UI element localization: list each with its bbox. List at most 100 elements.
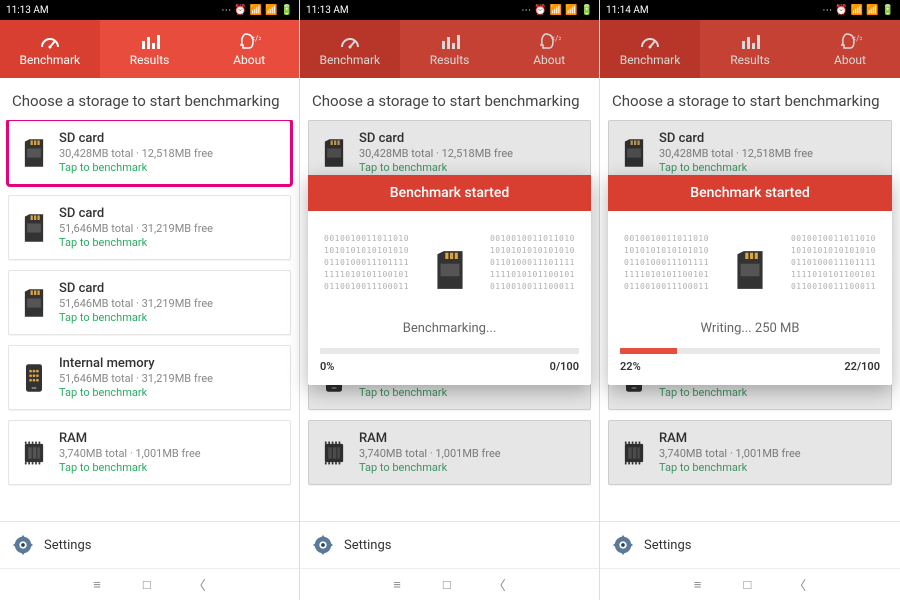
nav-recent[interactable]: ≡ [694,577,702,593]
storage-list: SD card30,428MB total · 12,518MB freeTap… [0,120,299,521]
tab-label: Results [130,53,170,67]
nav-recent[interactable]: ≡ [393,577,401,593]
card-title: SD card [659,131,881,146]
sd-icon [319,136,349,170]
dialog-animation: 0010010011011010101010101010101001101000… [320,225,579,315]
results-icon [738,31,762,51]
storage-card[interactable]: SD card51,646MB total · 31,219MB freeTap… [8,270,291,335]
binary-decoration: 0010010011011010101010101010101001101000… [324,233,409,293]
card-subtitle: 51,646MB total · 31,219MB free [59,297,280,310]
storage-card[interactable]: SD card30,428MB total · 12,518MB freeTap… [8,120,291,185]
about-icon [237,31,261,51]
sd-icon [19,286,49,320]
tab-label: About [834,53,866,67]
status-time: 11:13 AM [306,5,349,16]
tab-results[interactable]: Results [400,20,500,78]
screen-1: 11:13 AM⋯⏰📶📶🔋BenchmarkResultsAboutChoose… [300,0,600,600]
nav-back[interactable]: 〈 [793,575,806,594]
nav-home[interactable]: □ [743,577,751,593]
card-tap-hint: Tap to benchmark [659,386,881,399]
dialog-title: Benchmark started [608,175,892,211]
storage-card[interactable]: RAM3,740MB total · 1,001MB freeTap to be… [608,420,892,485]
tab-bar: Benchmark Results About [600,20,900,78]
card-title: RAM [59,431,280,446]
nav-back[interactable]: 〈 [493,575,506,594]
card-subtitle: 30,428MB total · 12,518MB free [359,147,580,160]
card-subtitle: 3,740MB total · 1,001MB free [659,447,881,460]
settings-label: Settings [44,538,91,553]
card-tap-hint: Tap to benchmark [59,461,280,474]
progress-count: 22/100 [844,360,880,373]
benchmark-icon [638,31,662,51]
sd-icon [731,248,769,292]
tab-results[interactable]: Results [100,20,200,78]
card-tap-hint: Tap to benchmark [59,161,280,174]
tab-about[interactable]: About [800,20,900,78]
status-icons: ⋯⏰📶📶🔋 [521,5,593,16]
storage-card[interactable]: RAM3,740MB total · 1,001MB freeTap to be… [308,420,591,485]
tab-bar: Benchmark Results About [0,20,299,78]
tab-results[interactable]: Results [700,20,800,78]
tab-benchmark[interactable]: Benchmark [600,20,700,78]
settings-row[interactable]: Settings [600,521,900,568]
tab-about[interactable]: About [499,20,599,78]
card-subtitle: 30,428MB total · 12,518MB free [59,147,280,160]
dialog-status: Writing... 250 MB [620,321,880,336]
binary-decoration: 0010010011011010101010101010101001101000… [490,233,575,293]
tab-label: Benchmark [620,53,681,67]
card-subtitle: 3,740MB total · 1,001MB free [359,447,580,460]
results-icon [438,31,462,51]
tab-label: Benchmark [20,53,81,67]
card-subtitle: 30,428MB total · 12,518MB free [659,147,881,160]
card-title: SD card [359,131,580,146]
settings-label: Settings [644,538,691,553]
storage-card[interactable]: RAM3,740MB total · 1,001MB freeTap to be… [8,420,291,485]
android-nav-bar: ≡ □ 〈 [0,568,299,600]
card-title: SD card [59,206,280,221]
benchmark-dialog: Benchmark started 00100100110110101010101… [308,175,591,385]
tab-benchmark[interactable]: Benchmark [0,20,100,78]
about-icon [537,31,561,51]
sd-icon [19,136,49,170]
card-tap-hint: Tap to benchmark [59,311,280,324]
android-nav-bar: ≡ □ 〈 [600,568,900,600]
card-tap-hint: Tap to benchmark [359,386,580,399]
card-title: Internal memory [59,356,280,371]
tab-label: About [233,53,265,67]
nav-home[interactable]: □ [443,577,451,593]
card-subtitle: 3,740MB total · 1,001MB free [59,447,280,460]
benchmark-icon [338,31,362,51]
card-tap-hint: Tap to benchmark [659,161,881,174]
card-tap-hint: Tap to benchmark [659,461,881,474]
page-heading: Choose a storage to start benchmarking [600,78,900,120]
settings-row[interactable]: Settings [300,521,599,568]
card-subtitle: 51,646MB total · 31,219MB free [59,222,280,235]
sd-icon [19,211,49,245]
binary-decoration: 0010010011011010101010101010101001101000… [624,233,709,293]
status-icons: ⋯⏰📶📶🔋 [221,5,293,16]
binary-decoration: 0010010011011010101010101010101001101000… [791,233,876,293]
phone-icon [19,361,49,395]
nav-back[interactable]: 〈 [193,575,206,594]
gear-icon [612,534,634,556]
sd-icon [431,248,469,292]
nav-home[interactable]: □ [143,577,151,593]
tab-label: Results [430,53,470,67]
storage-card[interactable]: Internal memory51,646MB total · 31,219MB… [8,345,291,410]
settings-label: Settings [344,538,391,553]
dialog-title: Benchmark started [308,175,591,211]
screen-0: 11:13 AM⋯⏰📶📶🔋BenchmarkResultsAboutChoose… [0,0,300,600]
storage-card[interactable]: SD card51,646MB total · 31,219MB freeTap… [8,195,291,260]
tab-label: About [533,53,565,67]
progress-percent: 22% [620,360,641,373]
nav-recent[interactable]: ≡ [93,577,101,593]
dialog-animation: 0010010011011010101010101010101001101000… [620,225,880,315]
card-tap-hint: Tap to benchmark [359,161,580,174]
settings-row[interactable]: Settings [0,521,299,568]
tab-about[interactable]: About [199,20,299,78]
tab-label: Results [730,53,770,67]
status-icons: ⋯⏰📶📶🔋 [822,5,894,16]
benchmark-icon [38,31,62,51]
tab-benchmark[interactable]: Benchmark [300,20,400,78]
tab-bar: Benchmark Results About [300,20,599,78]
